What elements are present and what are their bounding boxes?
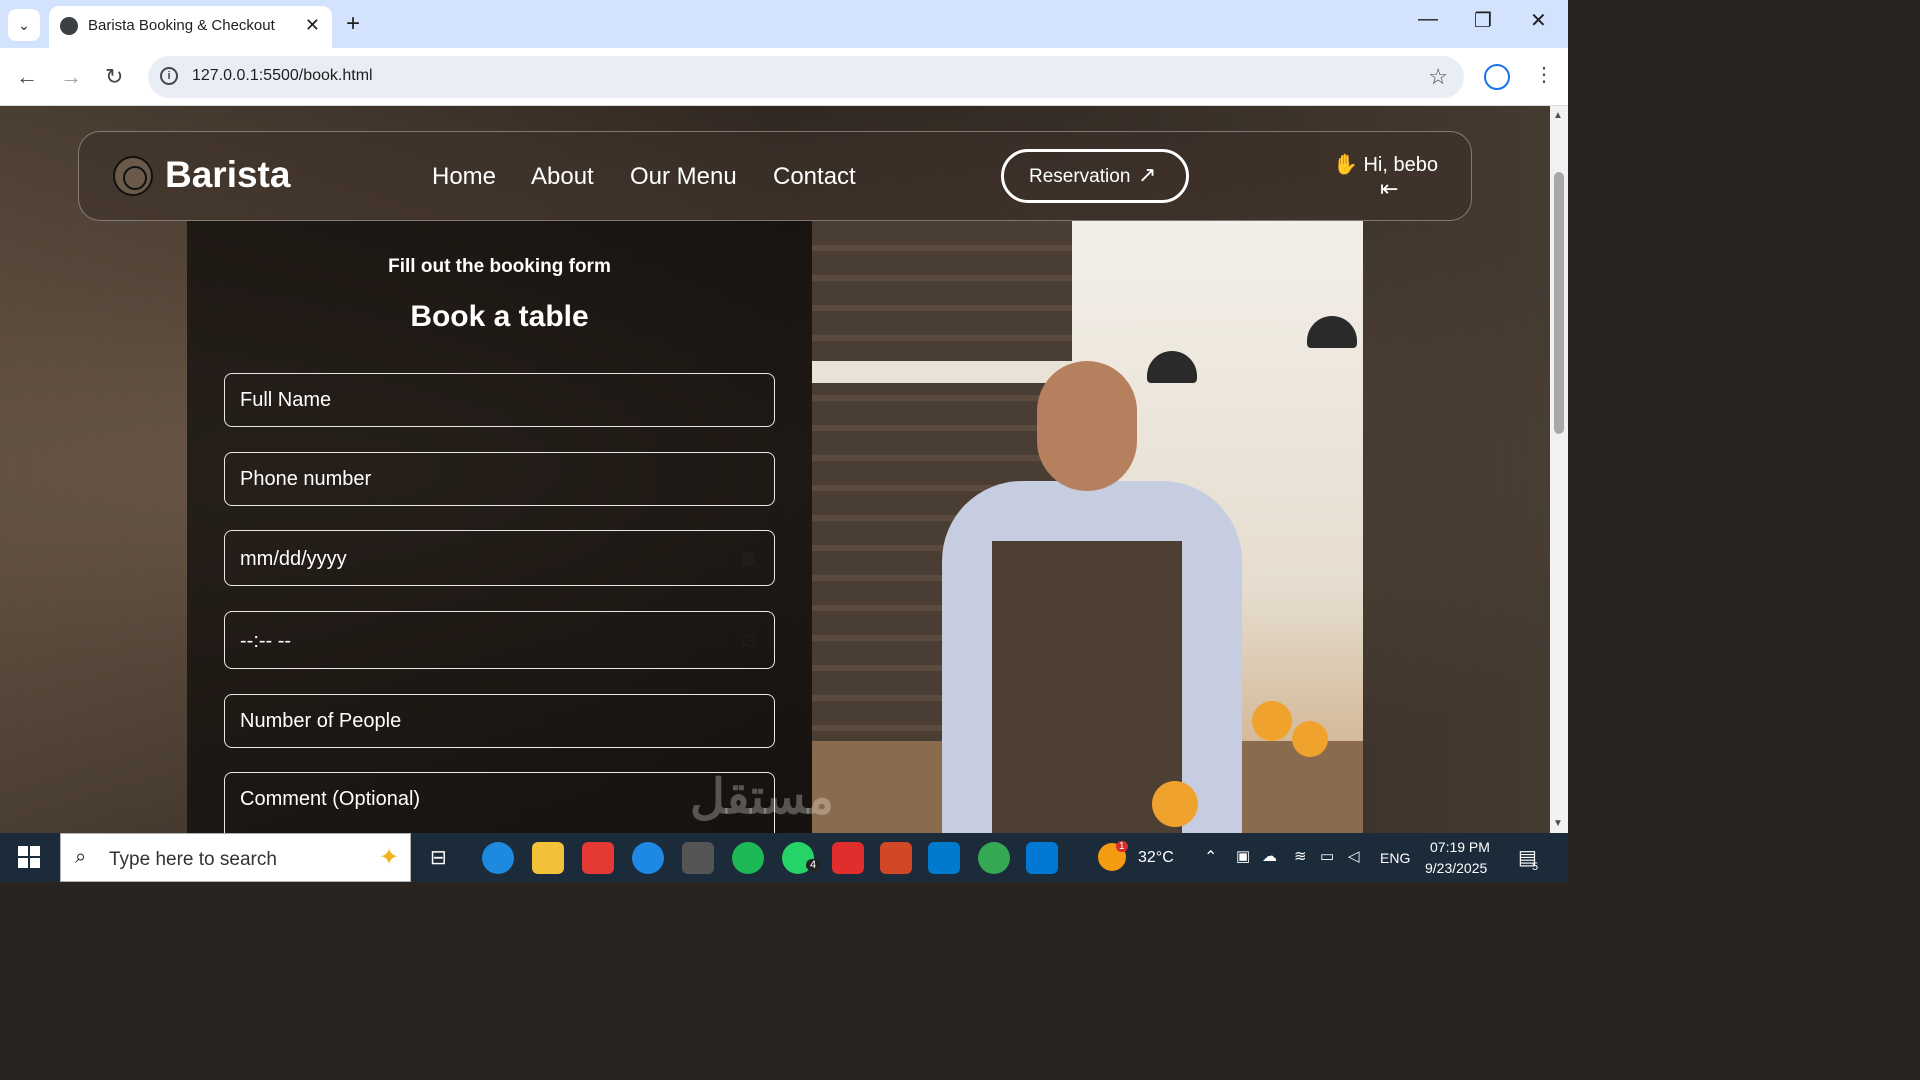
app-red-icon[interactable] [582,842,614,874]
logo-icon[interactable] [113,156,153,196]
vscode-icon[interactable] [928,842,960,874]
powerpoint-icon[interactable] [880,842,912,874]
barista-photo [812,221,1363,833]
site-brand[interactable]: Barista [165,154,290,196]
greeting-text: Hi, bebo [1363,154,1438,176]
whatsapp-badge: 4 [806,859,821,871]
calendar-icon[interactable]: ▦ [741,548,756,568]
clock-icon[interactable]: ◷ [742,630,756,650]
forward-icon[interactable]: → [60,64,82,90]
volume-icon[interactable]: ◁ [1348,847,1360,865]
watermark: مستقل [690,771,834,824]
task-view-icon[interactable]: ⊟ [430,845,447,870]
menu-kebab-icon[interactable]: ⋮ [1534,62,1554,87]
phone-placeholder: Phone number [240,468,372,490]
photo-head [1037,361,1137,491]
chevron-down-icon: ⌄ [18,16,30,33]
new-tab-button[interactable]: + [346,10,360,38]
browser-tab[interactable]: Barista Booking & Checkout ✕ [49,6,332,48]
star-icon[interactable]: ☆ [1428,64,1448,90]
search-placeholder: Type here to search [109,849,277,870]
full-name-input[interactable]: Full Name [224,373,775,427]
clock-time[interactable]: 07:19 PM [1430,839,1490,855]
people-placeholder: Number of People [240,710,402,732]
nav-home[interactable]: Home [432,163,496,191]
chrome-icon[interactable] [978,842,1010,874]
browser-tab-strip: ⌄ Barista Booking & Checkout ✕ + — ❐ ✕ [0,0,1568,48]
people-input[interactable]: Number of People [224,694,775,748]
account-icon[interactable] [1484,64,1510,90]
form-kicker: Fill out the booking form [388,256,611,277]
photo-orange [1292,721,1328,757]
onedrive-icon[interactable]: ☁ [1262,847,1277,865]
temperature[interactable]: 32°C [1138,849,1174,867]
edge-icon[interactable] [482,842,514,874]
search-icon: ⌕ [75,846,87,868]
info-icon[interactable]: i [160,67,178,85]
minimize-button[interactable]: — [1418,8,1438,31]
notification-count: 5 [1532,861,1539,873]
nav-about[interactable]: About [531,163,594,191]
user-greeting: ✋ Hi, bebo [1333,152,1438,177]
tab-search-button[interactable]: ⌄ [8,9,40,41]
reservation-button[interactable]: Reservation ↗ [1001,149,1189,203]
clock-date[interactable]: 9/23/2025 [1425,860,1487,876]
wps-icon[interactable] [832,842,864,874]
photo-barista [922,361,1242,833]
file-explorer-icon[interactable] [532,842,564,874]
tab-title: Barista Booking & Checkout [88,17,275,34]
battery-icon[interactable]: ▭ [1320,847,1334,865]
wifi-icon[interactable]: ≋ [1294,847,1307,865]
globe-icon [60,17,78,35]
scroll-down-icon[interactable]: ▼ [1553,818,1563,829]
photo-orange [1252,701,1292,741]
arrow-up-right-icon: ↗ [1138,162,1157,187]
taskbar-search[interactable]: ⌕ Type here to search ✦ [60,833,411,882]
back-icon[interactable]: ← [16,64,38,90]
page-scrollbar[interactable]: ▲ ▼ [1550,106,1568,833]
reservation-label: Reservation [1029,166,1131,187]
restore-button[interactable]: ❐ [1474,8,1492,33]
scroll-up-icon[interactable]: ▲ [1553,110,1563,121]
chevron-up-icon[interactable]: ⌃ [1204,847,1217,867]
comment-placeholder: Comment (Optional) [240,788,421,810]
wave-hand-icon: ✋ [1333,154,1358,176]
form-title: Book a table [410,300,589,333]
weather-badge: 1 [1116,841,1128,852]
browser-toolbar: ← → ↻ i 127.0.0.1:5500/book.html ☆ ⋮ [0,48,1568,106]
time-input[interactable]: --:-- -- ◷ [224,611,775,669]
windows-taskbar: ⌕ Type here to search ✦ ⊟ 4 1 32°C ⌃ ▣ ☁… [0,833,1568,882]
url-text[interactable]: 127.0.0.1:5500/book.html [192,67,373,85]
date-input[interactable]: mm/dd/yyyy ▦ [224,530,775,586]
language-indicator[interactable]: ENG [1380,850,1410,866]
reload-icon[interactable]: ↻ [105,64,123,90]
full-name-placeholder: Full Name [240,389,332,411]
close-window-button[interactable]: ✕ [1530,8,1547,33]
photo-orange [1152,781,1198,827]
nav-contact[interactable]: Contact [773,163,856,191]
device-icon[interactable]: ▣ [1236,847,1250,865]
page-viewport: Barista Home About Our Menu Contact Rese… [0,106,1550,833]
time-placeholder: --:-- -- [240,630,292,652]
logout-icon[interactable]: ⇤ [1380,176,1398,202]
address-bar[interactable]: i 127.0.0.1:5500/book.html ☆ [148,56,1464,98]
booking-form-panel: Fill out the booking form Book a table F… [187,221,812,833]
sparkle-icon: ✦ [379,844,400,871]
spotify-icon[interactable] [732,842,764,874]
site-navbar: Barista Home About Our Menu Contact Rese… [78,131,1472,221]
close-tab-icon[interactable]: ✕ [305,15,320,36]
app-grey-icon[interactable] [682,842,714,874]
date-placeholder: mm/dd/yyyy [240,548,347,570]
photo-apron [992,541,1182,833]
app-store-icon[interactable] [632,842,664,874]
nav-our-menu[interactable]: Our Menu [630,163,737,191]
app-blue-icon[interactable] [1026,842,1058,874]
windows-start-icon[interactable] [18,846,40,868]
phone-input[interactable]: Phone number [224,452,775,506]
scroll-thumb[interactable] [1554,172,1564,434]
